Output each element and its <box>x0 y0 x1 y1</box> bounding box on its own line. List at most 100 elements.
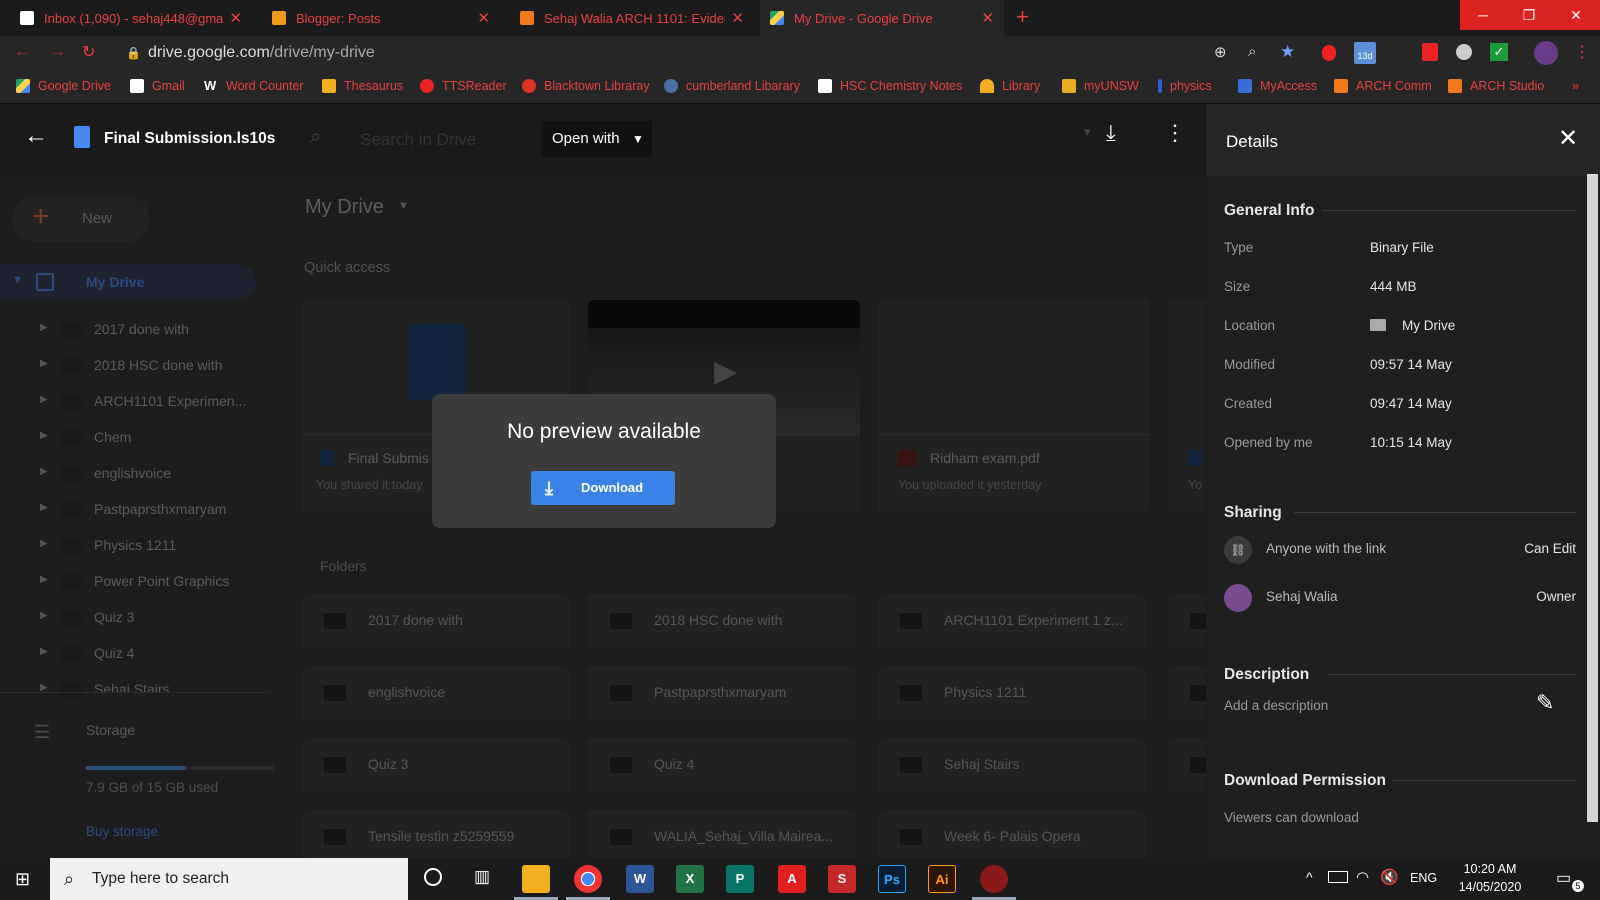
expand-icon: ▶ <box>40 538 48 549</box>
lock-icon <box>1238 79 1252 93</box>
bookmark-myaccess[interactable]: MyAccess <box>1238 79 1317 93</box>
restore-button[interactable]: ❐ <box>1506 0 1552 30</box>
profile-avatar[interactable] <box>1534 41 1558 65</box>
storage-bar <box>86 766 274 770</box>
excel-icon[interactable]: X <box>676 865 704 893</box>
bookmark-label: Blacktown Libraray <box>544 79 650 93</box>
check-extension-icon[interactable]: ✓ <box>1490 43 1508 61</box>
minimize-button[interactable]: ─ <box>1460 0 1506 30</box>
windows-start-icon[interactable]: ⊞ <box>15 869 30 890</box>
add-icon[interactable]: ⊕ <box>1214 43 1227 61</box>
open-with-button[interactable]: Open with ▼ <box>542 121 652 157</box>
battery-icon[interactable] <box>1328 871 1348 883</box>
clock-time[interactable]: 10:20 AM <box>1450 862 1530 876</box>
wifi-icon[interactable]: ◠ <box>1356 868 1369 886</box>
task-view-icon[interactable]: ▥ <box>474 867 490 887</box>
folder-name: Quiz 4 <box>654 756 695 772</box>
calendar-extension-icon[interactable]: 13d <box>1354 42 1376 64</box>
taskbar-search-input[interactable]: ⌕ Type here to search <box>50 858 408 900</box>
folder-icon <box>60 502 82 518</box>
close-icon[interactable]: ✕ <box>731 9 744 27</box>
shared-folder-icon <box>60 394 82 410</box>
bookmark-ttsreader[interactable]: TTSReader <box>420 79 507 93</box>
clock-date[interactable]: 14/05/2020 <box>1450 880 1530 894</box>
close-icon[interactable]: ✕ <box>981 9 994 27</box>
download-button[interactable]: ⤓ Download <box>531 471 675 505</box>
storage-bar-fill <box>86 766 186 770</box>
notification-icon[interactable]: ▭ <box>1556 868 1571 888</box>
folder-name: WALIA_Sehaj_Villa Mairea... <box>654 828 833 844</box>
location-value[interactable]: My Drive <box>1402 318 1455 333</box>
bookmark-word-counter[interactable]: W Word Counter <box>204 79 304 93</box>
back-arrow-icon[interactable]: ← <box>14 43 30 61</box>
bookmarks-bar: Google Drive Gmail W Word Counter Thesaur… <box>0 70 1600 104</box>
more-vert-icon[interactable]: ⋮ <box>1164 120 1186 146</box>
bookmark-cumberland-library[interactable]: cumberland Libarary <box>664 79 800 93</box>
plus-icon: + <box>32 200 50 233</box>
search-icon: ⌕ <box>310 126 322 148</box>
folder-card: Sehaj Stairs <box>878 738 1146 792</box>
more-vert-icon[interactable]: ⋮ <box>1574 42 1590 62</box>
tab-google-drive[interactable]: My Drive - Google Drive ✕ <box>760 0 1004 36</box>
folder-icon <box>60 538 82 554</box>
speaker-muted-icon[interactable]: 🔇 <box>1380 868 1399 886</box>
bookmark-library[interactable]: Library <box>980 79 1040 93</box>
description-input[interactable]: Add a description <box>1224 698 1328 713</box>
download-icon[interactable]: ⤓ <box>1106 120 1116 146</box>
cortana-icon[interactable] <box>424 868 442 886</box>
rhino-icon[interactable] <box>980 865 1008 893</box>
bookmark-blacktown-library[interactable]: Blacktown Libraray <box>522 79 650 93</box>
expand-icon: ▶ <box>40 502 48 513</box>
details-title: Details <box>1226 132 1278 151</box>
close-icon[interactable]: ✕ <box>1558 124 1578 153</box>
word-icon[interactable]: W <box>626 865 654 893</box>
photoshop-icon[interactable]: Ps <box>878 865 906 893</box>
illustrator-icon[interactable]: Ai <box>928 865 956 893</box>
expand-icon: ▶ <box>40 610 48 621</box>
zoom-icon[interactable]: ⌕ <box>1248 43 1256 60</box>
scrollbar[interactable] <box>1587 174 1598 822</box>
chevron-up-icon[interactable]: ^ <box>1306 869 1313 885</box>
chrome-icon[interactable] <box>574 865 602 893</box>
folder-card: Quiz 3 <box>302 738 570 792</box>
tab-blogger[interactable]: Blogger: Posts ✕ <box>262 0 500 36</box>
edit-pencil-icon[interactable]: ✎ <box>1536 690 1554 716</box>
tab-blogger-evidence[interactable]: Sehaj Walia ARCH 1101: Evidence ✕ <box>510 0 754 36</box>
divider <box>878 434 1150 435</box>
bookmark-arch-comm[interactable]: ARCH Comm <box>1334 79 1432 93</box>
details-panel: Details ✕ General Info Type Binary File … <box>1206 104 1600 858</box>
back-arrow-icon[interactable]: ← <box>24 122 48 150</box>
acrobat-icon[interactable]: A <box>778 865 806 893</box>
forward-arrow-icon[interactable]: → <box>50 43 66 61</box>
bookmark-thesaurus[interactable]: Thesaurus <box>322 79 403 93</box>
folder-icon <box>60 322 82 338</box>
bookmark-physics[interactable]: physics <box>1158 79 1212 93</box>
tab-strip: Inbox (1,090) - sehaj448@gmail.c ✕ Blogg… <box>0 0 1600 36</box>
publisher-icon[interactable]: P <box>726 865 754 893</box>
extension-circle-icon[interactable] <box>1456 44 1472 60</box>
extension-icon[interactable] <box>1322 45 1336 61</box>
close-window-button[interactable]: ✕ <box>1552 0 1600 30</box>
bookmark-google-drive[interactable]: Google Drive <box>16 79 111 93</box>
tab-title: Blogger: Posts <box>296 10 381 26</box>
bookmark-gmail[interactable]: Gmail <box>130 79 185 93</box>
address-bar-row: ← → ↻ 🔒 drive.google.com/drive/my-drive … <box>0 36 1600 70</box>
bookmark-arch-studio[interactable]: ARCH Studio <box>1448 79 1544 93</box>
divider <box>1392 780 1576 781</box>
sketchup-icon[interactable]: S <box>828 865 856 893</box>
bookmark-star-icon[interactable]: ★ <box>1280 42 1295 62</box>
bookmarks-overflow[interactable]: » <box>1572 79 1579 93</box>
expand-icon: ▶ <box>40 430 48 441</box>
close-icon[interactable]: ✕ <box>229 9 242 27</box>
url-input[interactable]: 🔒 drive.google.com/drive/my-drive <box>114 40 1204 66</box>
reload-icon[interactable]: ↻ <box>82 42 95 62</box>
file-explorer-icon[interactable] <box>522 865 550 893</box>
acrobat-extension-icon[interactable] <box>1422 43 1438 61</box>
tab-gmail[interactable]: Inbox (1,090) - sehaj448@gmail.c ✕ <box>10 0 252 36</box>
new-tab-button[interactable]: + <box>1016 6 1029 28</box>
bookmark-hsc-chemistry[interactable]: HSC Chemistry Notes <box>818 79 962 93</box>
bookmark-myunsw[interactable]: myUNSW <box>1062 79 1139 93</box>
folder-icon <box>610 757 632 773</box>
close-icon[interactable]: ✕ <box>477 9 490 27</box>
language-indicator[interactable]: ENG <box>1410 871 1437 885</box>
